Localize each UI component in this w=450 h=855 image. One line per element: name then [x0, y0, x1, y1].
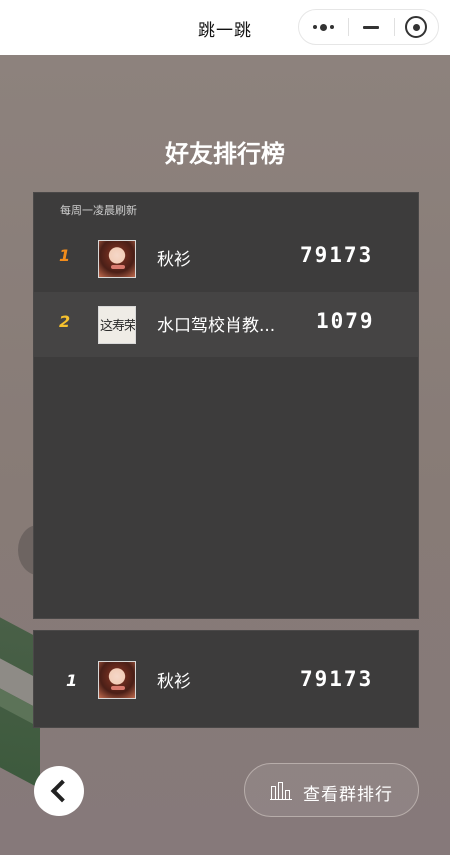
player-name: 秋衫 [157, 672, 191, 692]
rank-number: 1 [59, 246, 71, 265]
close-target-icon[interactable] [395, 10, 439, 44]
back-button[interactable] [34, 766, 84, 816]
avatar-calligraphy-text: 这寿荣 [100, 319, 136, 334]
my-rank-panel: 1 秋衫 79173 [33, 630, 419, 728]
rank-row[interactable]: 2 这寿荣 水口驾校肖教... 1079 [34, 292, 418, 357]
nav-bar: 跳一跳 [0, 0, 450, 55]
portrait-avatar [98, 240, 136, 278]
more-dots-icon[interactable] [299, 10, 347, 44]
minimize-icon[interactable] [349, 10, 393, 44]
player-name: 水口驾校肖教... [157, 316, 276, 336]
player-score: 79173 [300, 243, 374, 267]
rank-number: 2 [59, 312, 71, 331]
view-group-rank-label: 查看群排行 [303, 785, 393, 805]
calligraphy-avatar: 这寿荣 [98, 306, 136, 344]
bar-chart-icon [270, 782, 292, 800]
player-score: 1079 [316, 309, 375, 333]
leaderboard-title: 好友排行榜 [165, 140, 285, 168]
capsule-menu [298, 9, 439, 45]
refresh-note: 每周一凌晨刷新 [60, 204, 137, 217]
friend-rank-panel[interactable]: 每周一凌晨刷新 1 秋衫 79173 2 这寿荣 水口驾校肖教... 1079 [33, 192, 419, 619]
view-group-rank-button[interactable]: 查看群排行 [244, 763, 419, 817]
player-score: 79173 [300, 667, 374, 691]
player-name: 秋衫 [157, 250, 191, 270]
portrait-avatar [98, 661, 136, 699]
rank-row[interactable]: 1 秋衫 79173 [34, 226, 418, 291]
rank-number: 1 [66, 671, 78, 690]
